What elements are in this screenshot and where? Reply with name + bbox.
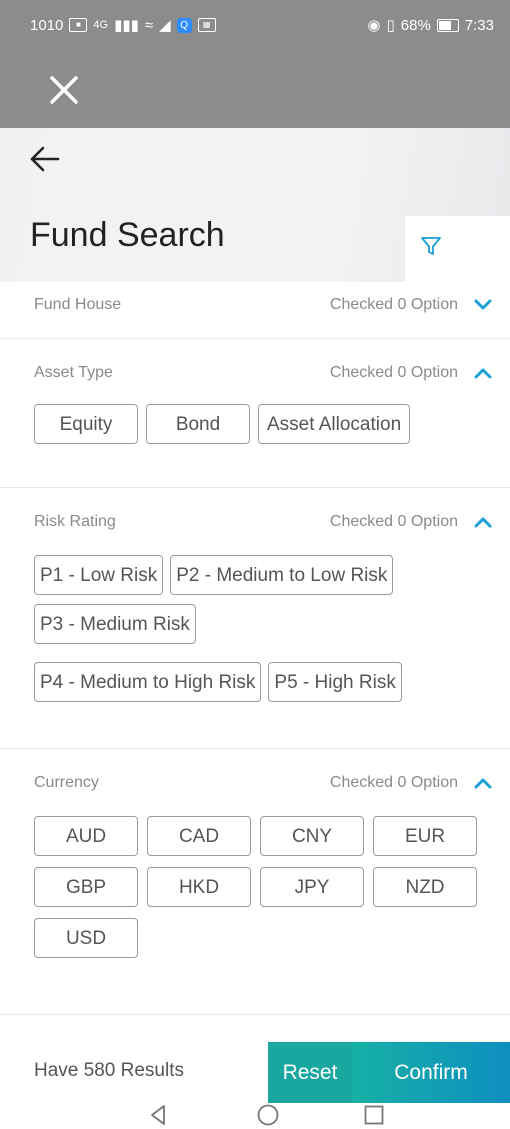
nav-recents-icon[interactable] <box>362 1103 386 1127</box>
section-risk-rating: Risk Rating Checked 0 Option P1 - Low Ri… <box>0 488 510 749</box>
eye-icon: ◉ <box>367 17 381 34</box>
section-fund-house: Fund House Checked 0 Option <box>0 282 510 339</box>
confirm-button[interactable]: Confirm <box>352 1042 510 1103</box>
chevron-up-icon[interactable] <box>472 362 494 384</box>
search-app-icon: Q <box>176 17 192 33</box>
signal-icon: ▮▮▮ <box>114 17 139 34</box>
section-title: Fund House <box>34 296 122 313</box>
chip-cad[interactable]: CAD <box>147 816 251 856</box>
section-title: Currency <box>34 774 99 791</box>
section-header[interactable]: Currency Checked 0 Option <box>0 749 510 816</box>
nav-back-icon[interactable] <box>146 1103 170 1127</box>
chip-p2-medium-to-low-risk[interactable]: P2 - Medium to Low Risk <box>170 555 394 595</box>
page-header: Fund Search <box>0 128 510 282</box>
filter-panel: Fund House Checked 0 Option Asset Type C… <box>0 282 510 1015</box>
chip-usd[interactable]: USD <box>34 918 138 958</box>
back-arrow-icon[interactable] <box>28 142 62 176</box>
chip-group: P1 - Low Risk P2 - Medium to Low Risk P3… <box>0 555 510 702</box>
chip-p5-high-risk[interactable]: P5 - High Risk <box>268 662 402 702</box>
qr-icon: ▦ <box>197 18 216 32</box>
bottom-action-bar: Have 580 Results Reset Confirm <box>0 1042 510 1103</box>
chip-p3-medium-risk[interactable]: P3 - Medium Risk <box>34 604 196 644</box>
section-asset-type: Asset Type Checked 0 Option Equity Bond … <box>0 339 510 488</box>
wifi-icon: ≈ <box>144 16 154 34</box>
chip-bond[interactable]: Bond <box>146 404 250 444</box>
section-header[interactable]: Asset Type Checked 0 Option <box>0 339 510 406</box>
vibrate-icon: ▯ <box>386 17 395 34</box>
section-currency: Currency Checked 0 Option AUD CAD CNY EU… <box>0 749 510 1015</box>
chip-jpy[interactable]: JPY <box>260 867 364 907</box>
section-status: Checked 0 Option <box>329 513 458 530</box>
carrier-label: 1010 <box>30 16 64 34</box>
chevron-up-icon[interactable] <box>472 511 494 533</box>
system-nav-bar <box>0 1103 510 1129</box>
chip-group: AUD CAD CNY EUR GBP HKD JPY NZD USD <box>0 816 510 958</box>
clock: 7:33 <box>464 16 494 34</box>
nav-home-icon[interactable] <box>256 1103 280 1127</box>
chip-group: Equity Bond Asset Allocation <box>0 404 510 444</box>
chip-nzd[interactable]: NZD <box>373 867 477 907</box>
section-status: Checked 0 Option <box>329 774 458 791</box>
section-title: Asset Type <box>34 364 113 381</box>
network-label: 4G <box>93 19 109 31</box>
results-count: Have 580 Results <box>34 1060 184 1081</box>
volte-icon: ■ <box>69 18 88 32</box>
chip-aud[interactable]: AUD <box>34 816 138 856</box>
close-icon[interactable] <box>44 70 84 110</box>
chip-p1-low-risk[interactable]: P1 - Low Risk <box>34 555 164 595</box>
chevron-down-icon[interactable] <box>472 294 494 316</box>
chip-eur[interactable]: EUR <box>373 816 477 856</box>
chip-cny[interactable]: CNY <box>260 816 364 856</box>
webview-close-bar <box>0 52 510 128</box>
chip-gbp[interactable]: GBP <box>34 867 138 907</box>
section-status: Checked 0 Option <box>329 364 458 381</box>
chip-equity[interactable]: Equity <box>34 404 138 444</box>
page-title: Fund Search <box>30 216 225 254</box>
status-bar: 1010 ■ 4G ▮▮▮ ≈ ◢ Q ▦ ◉ ▯ 68% 7:33 <box>0 0 510 52</box>
filter-tab[interactable] <box>405 216 510 282</box>
app-notification-icon: ◢ <box>159 17 171 34</box>
section-status: Checked 0 Option <box>329 296 458 313</box>
chevron-up-icon[interactable] <box>472 772 494 794</box>
section-title: Risk Rating <box>34 513 116 530</box>
section-header[interactable]: Fund House Checked 0 Option <box>0 282 510 328</box>
chip-hkd[interactable]: HKD <box>147 867 251 907</box>
chip-asset-allocation[interactable]: Asset Allocation <box>258 404 411 444</box>
reset-button[interactable]: Reset <box>268 1042 352 1103</box>
battery-percent: 68% <box>400 16 431 34</box>
chip-p4-medium-to-high-risk[interactable]: P4 - Medium to High Risk <box>34 662 262 702</box>
filter-icon <box>421 237 441 255</box>
battery-icon <box>436 18 459 32</box>
section-header[interactable]: Risk Rating Checked 0 Option <box>0 488 510 555</box>
